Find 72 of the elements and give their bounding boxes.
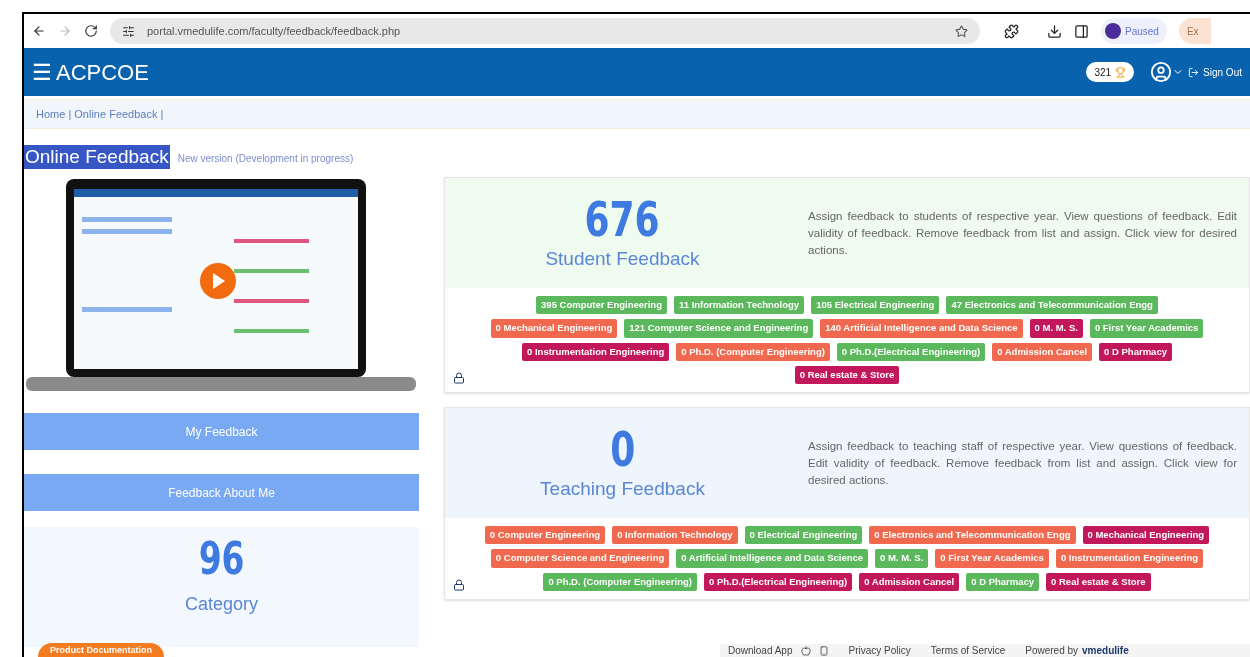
department-tag[interactable]: 47 Electronics and Telecommunication Engg [946, 296, 1158, 315]
department-tag[interactable]: 0 Computer Engineering [484, 526, 606, 545]
download-app-text: Download App [728, 644, 793, 657]
footer-link[interactable]: Privacy Policy [848, 643, 911, 657]
department-tag[interactable]: 105 Electrical Engineering [811, 296, 940, 315]
department-tag[interactable]: 0 Ph.D.(Electrical Engineering) [703, 572, 853, 591]
user-icon[interactable] [1150, 61, 1173, 83]
powered-by-text: Powered by [1025, 644, 1079, 657]
avatar-icon [1105, 23, 1121, 39]
department-tag[interactable]: 0 D Pharmacy [1099, 342, 1172, 361]
department-tag[interactable]: 140 Artificial Intelligence and Data Science [820, 319, 1023, 338]
brand-name[interactable]: ACPCOE [56, 55, 149, 89]
department-tag[interactable]: 0 M. M. S. [1029, 319, 1083, 338]
department-tag[interactable]: 0 First Year Academics [1089, 319, 1204, 338]
footer-link[interactable]: Terms of Service [930, 643, 1006, 657]
category-count: 96 [198, 535, 245, 583]
department-tag[interactable]: 0 Mechanical Engineering [490, 319, 618, 338]
page-subtitle: New version (Development in progress) [177, 152, 354, 166]
back-icon[interactable] [32, 24, 46, 38]
profile-status: Paused [1125, 24, 1160, 39]
bookmark-icon[interactable] [955, 24, 968, 38]
department-tag[interactable]: 0 Mechanical Engineering [1082, 526, 1210, 545]
department-tag[interactable]: 0 Real estate & Store [1046, 572, 1151, 591]
feedback-about-me-button[interactable]: Feedback About Me [24, 474, 419, 511]
card-description: Assign feedback to teaching staff of respective year. View questions of feedback. Edit validity of feedback. Remove feedback from list and assign. Click view for desired actions. [807, 438, 1238, 488]
feedback-count: 0 [609, 422, 636, 475]
department-tag[interactable]: 0 D Pharmacy [966, 572, 1040, 591]
download-icon[interactable] [1047, 23, 1062, 39]
feedback-label: Student Feedback [545, 246, 700, 271]
department-tag[interactable]: 0 Admission Cancel [992, 342, 1093, 361]
phone-icon[interactable] [818, 645, 829, 656]
menu-icon[interactable]: ☰ [32, 55, 52, 89]
department-tag[interactable]: 0 Instrumentation Engineering [522, 342, 670, 361]
department-tag[interactable]: 0 Real estate & Store [794, 365, 900, 384]
menu-pill[interactable]: Ex [1178, 18, 1211, 44]
reload-icon[interactable] [84, 24, 98, 38]
department-tag[interactable]: 121 Computer Science and Engineering [624, 319, 814, 338]
site-settings-icon[interactable] [122, 24, 135, 38]
url-text: portal.vmedulife.com/faculty/feedback/feedback.php [147, 23, 402, 39]
department-tag[interactable]: 0 Ph.D. (Computer Engineering) [543, 572, 697, 591]
address-bar[interactable]: portal.vmedulife.com/faculty/feedback/feedback.php [110, 18, 980, 44]
feedback-count: 676 [584, 192, 661, 245]
department-tag[interactable]: 0 Instrumentation Engineering [1055, 549, 1204, 568]
department-tag[interactable]: 0 Information Technology [612, 526, 738, 545]
department-tag[interactable]: 0 Electrical Engineering [744, 526, 863, 545]
trophy-icon [1115, 66, 1127, 78]
department-tag[interactable]: 0 Electronics and Telecommunication Engg [869, 526, 1076, 545]
sign-out-link[interactable]: Sign Out [1203, 64, 1242, 80]
page-title: Online Feedback [24, 145, 170, 169]
apple-icon[interactable] [800, 645, 811, 656]
side-panel-icon[interactable] [1074, 23, 1089, 39]
department-tag[interactable]: 11 Information Technology [673, 296, 805, 315]
points-badge[interactable]: 321 [1086, 62, 1135, 82]
my-feedback-button[interactable]: My Feedback [24, 413, 419, 450]
department-tag[interactable]: 0 Admission Cancel [859, 572, 960, 591]
department-tag[interactable]: 0 Ph.D. (Computer Engineering) [676, 342, 830, 361]
department-tag[interactable]: 0 Artificial Intelligence and Data Science [676, 549, 869, 568]
lock-icon [453, 372, 465, 384]
sign-out-icon [1188, 66, 1200, 78]
extensions-icon[interactable] [1004, 23, 1019, 39]
department-tag[interactable]: 0 Computer Science and Engineering [490, 549, 670, 568]
category-label: Category [184, 593, 258, 616]
department-tag[interactable]: 0 Ph.D.(Electrical Engineering) [836, 342, 986, 361]
lock-icon [453, 578, 465, 591]
department-tag[interactable]: 0 First Year Academics [935, 549, 1049, 568]
feedback-label: Teaching Feedback [540, 476, 705, 501]
department-tag[interactable]: 395 Computer Engineering [536, 296, 667, 315]
department-tag[interactable]: 0 M. M. S. [875, 549, 929, 568]
card-description: Assign feedback to students of respective year. View questions of feedback. Edit validity of feedback. Remove feedback from list and assign. Click view for desired actions. [807, 208, 1238, 258]
profile-button[interactable]: Paused [1101, 18, 1167, 44]
breadcrumb[interactable]: Home | Online Feedback | [36, 105, 164, 123]
powered-by-brand[interactable]: vmedulife [1082, 643, 1129, 657]
